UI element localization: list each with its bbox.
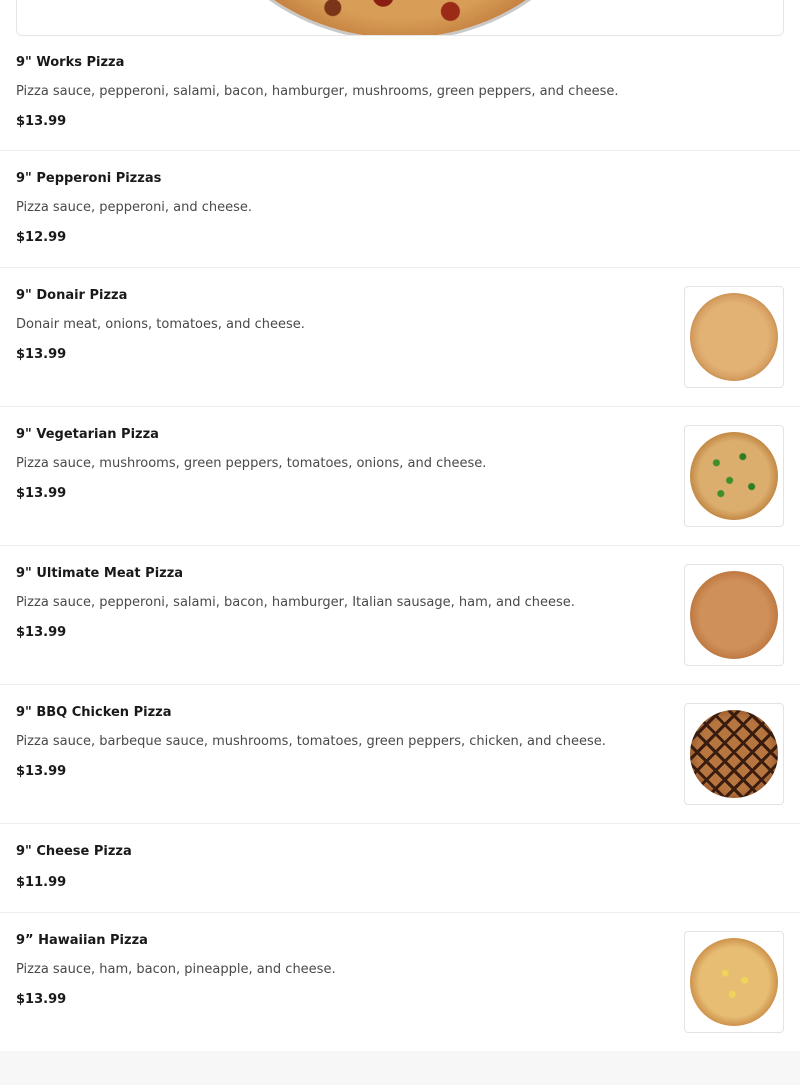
menu-item-description: Pizza sauce, pepperoni, salami, bacon, h… <box>16 595 575 610</box>
menu-item-list: 9" Works Pizza Pizza sauce, pepperoni, s… <box>0 36 800 1052</box>
menu-item-name: 9" Ultimate Meat Pizza <box>16 566 184 581</box>
menu-item-description: Pizza sauce, mushrooms, green peppers, t… <box>16 456 487 471</box>
menu-item-bbq-chicken-pizza[interactable]: 9" BBQ Chicken Pizza Pizza sauce, barbeq… <box>0 685 800 824</box>
menu-item-name: 9" BBQ Chicken Pizza <box>16 705 172 720</box>
menu-item-price: $13.99 <box>16 625 67 640</box>
menu-item-name: 9" Pepperoni Pizzas <box>16 171 162 186</box>
menu-item-description: Pizza sauce, ham, bacon, pineapple, and … <box>16 962 336 977</box>
menu-item-price: $13.99 <box>16 764 67 779</box>
vegetarian-pizza-image[interactable] <box>684 425 784 527</box>
pizza-photo <box>690 432 778 520</box>
menu-item-name: 9" Vegetarian Pizza <box>16 427 159 442</box>
menu-item-price: $13.99 <box>16 992 67 1007</box>
hawaiian-pizza-image[interactable] <box>684 931 784 1033</box>
menu-item-description: Pizza sauce, barbeque sauce, mushrooms, … <box>16 734 606 749</box>
menu-item-pepperoni-pizzas[interactable]: 9" Pepperoni Pizzas Pizza sauce, peppero… <box>0 151 800 268</box>
pizza-photo <box>690 571 778 659</box>
menu-item-description: Donair meat, onions, tomatoes, and chees… <box>16 317 305 332</box>
bbq-chicken-pizza-image[interactable] <box>684 703 784 805</box>
menu-item-name: 9” Hawaiian Pizza <box>16 933 148 948</box>
menu-item-name: 9" Donair Pizza <box>16 288 128 303</box>
menu-item-name: 9" Works Pizza <box>16 55 125 70</box>
menu-item-cheese-pizza[interactable]: 9" Cheese Pizza $11.99 <box>0 824 800 913</box>
menu-item-vegetarian-pizza[interactable]: 9" Vegetarian Pizza Pizza sauce, mushroo… <box>0 407 800 546</box>
pizza-photo <box>690 293 778 381</box>
featured-pizza-image <box>190 0 610 35</box>
menu-item-description: Pizza sauce, pepperoni, and cheese. <box>16 200 253 215</box>
menu-item-price: $12.99 <box>16 230 67 245</box>
menu-item-description: Pizza sauce, pepperoni, salami, bacon, h… <box>16 84 619 99</box>
menu-item-works-pizza[interactable]: 9" Works Pizza Pizza sauce, pepperoni, s… <box>0 36 800 151</box>
pizza-photo <box>690 710 778 798</box>
menu-item-hawaiian-pizza[interactable]: 9” Hawaiian Pizza Pizza sauce, ham, baco… <box>0 913 800 1052</box>
menu-item-donair-pizza[interactable]: 9" Donair Pizza Donair meat, onions, tom… <box>0 268 800 407</box>
donair-pizza-image[interactable] <box>684 286 784 388</box>
pizza-photo <box>690 938 778 1026</box>
ultimate-meat-pizza-image[interactable] <box>684 564 784 666</box>
menu-item-price: $13.99 <box>16 486 67 501</box>
menu-item-price: $13.99 <box>16 347 67 362</box>
menu-item-price: $13.99 <box>16 114 67 129</box>
footer-section <box>0 1051 800 1085</box>
menu-item-ultimate-meat-pizza[interactable]: 9" Ultimate Meat Pizza Pizza sauce, pepp… <box>0 546 800 685</box>
featured-item-image-card[interactable] <box>16 0 784 36</box>
menu-item-price: $11.99 <box>16 875 67 890</box>
menu-item-name: 9" Cheese Pizza <box>16 844 132 859</box>
